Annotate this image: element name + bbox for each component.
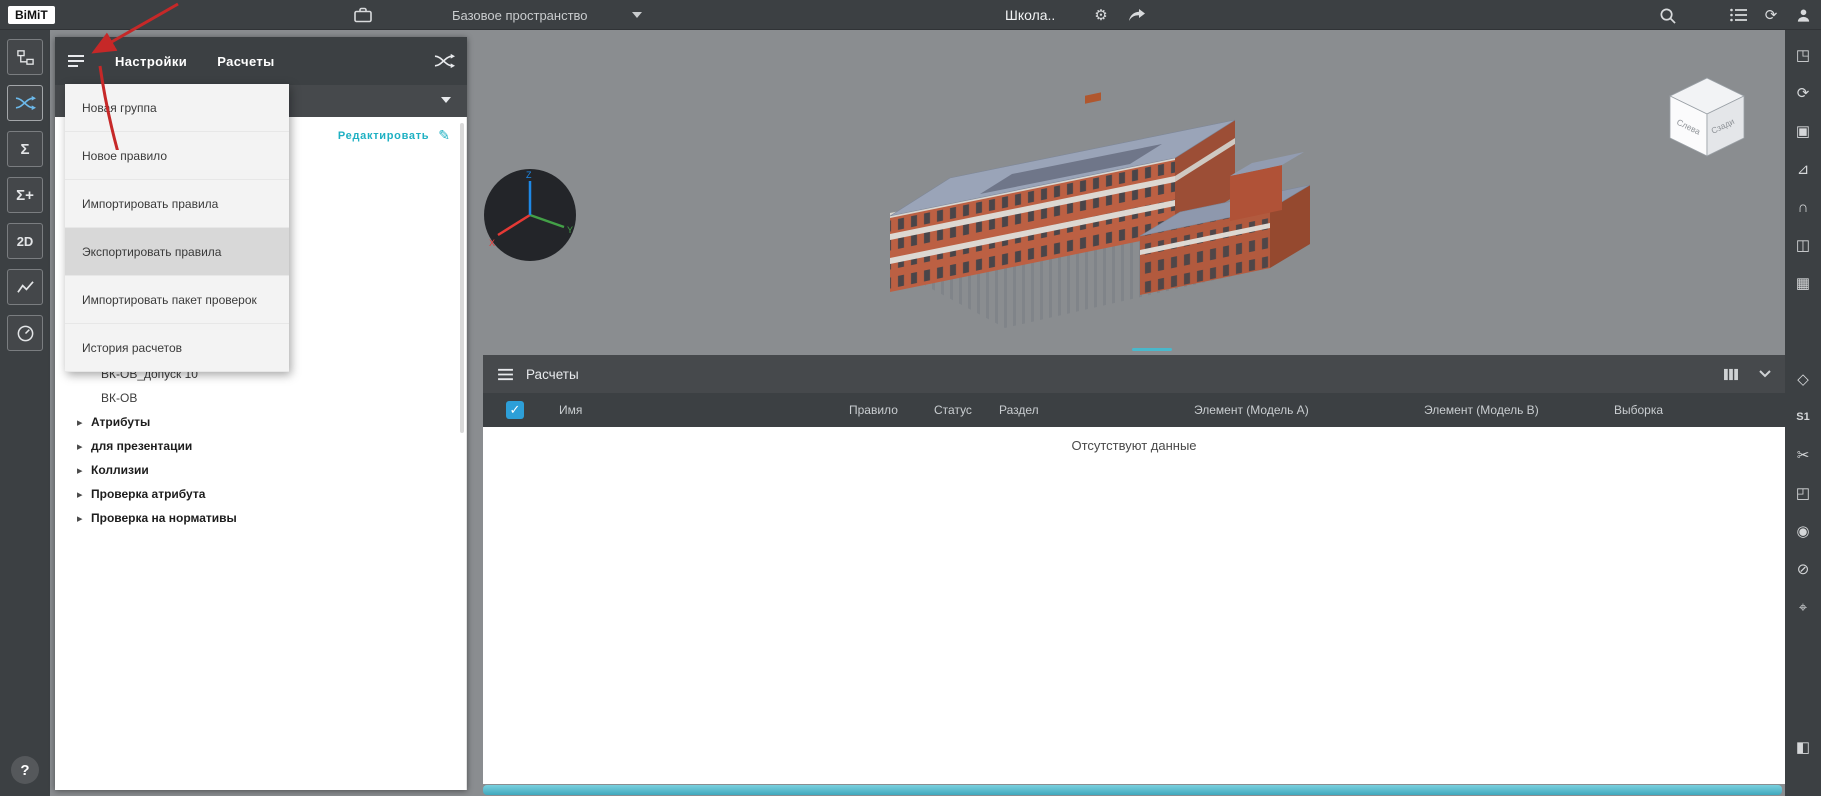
table-empty-state: Отсутствуют данные xyxy=(483,427,1785,784)
calculations-header: Расчеты xyxy=(483,355,1785,393)
clash-rules-icon[interactable] xyxy=(7,85,43,121)
axis-y-label: Y xyxy=(567,225,573,235)
column-element-b[interactable]: Элемент (Модель B) xyxy=(1412,403,1602,417)
view-cube[interactable]: Слева Сзади xyxy=(1662,72,1752,162)
chevron-right-icon: ▸ xyxy=(77,488,83,501)
calculations-menu-icon[interactable] xyxy=(497,368,514,381)
sum-plus-icon[interactable]: Σ+ xyxy=(7,177,43,213)
tree-group[interactable]: ▸ Проверка атрибута xyxy=(55,482,458,506)
edit-link[interactable]: Редактировать xyxy=(338,130,429,142)
rules-dropdown-menu: Новая группа Новое правило Импортировать… xyxy=(65,84,289,372)
share-icon[interactable] xyxy=(1126,0,1148,30)
orbit-icon[interactable]: ⟳ xyxy=(1790,80,1816,106)
group-selector-caret-icon xyxy=(441,97,451,103)
column-selection[interactable]: Выборка xyxy=(1602,403,1785,417)
tree-group[interactable]: ▸ Проверка на нормативы xyxy=(55,506,458,530)
selection-sets-icon[interactable]: S1 xyxy=(1790,404,1816,430)
graphs-icon[interactable] xyxy=(7,269,43,305)
menu-item-calc-history[interactable]: История расчетов xyxy=(65,324,289,372)
sync-icon[interactable]: ⟳ xyxy=(1760,0,1782,30)
clash-icon[interactable] xyxy=(434,53,455,69)
gear-icon[interactable]: ⚙ xyxy=(1090,0,1112,30)
columns-icon[interactable] xyxy=(1723,368,1739,381)
hide-elements-icon[interactable]: ⊘ xyxy=(1790,556,1816,582)
rules-panel-header: Настройки Расчеты xyxy=(55,37,467,85)
menu-item-export-rules[interactable]: Экспортировать правила xyxy=(65,228,289,276)
tree-item[interactable]: ВК-ОВ xyxy=(55,386,458,410)
horizontal-scrollbar[interactable] xyxy=(483,785,1782,795)
building-model[interactable] xyxy=(830,58,1390,368)
tab-settings[interactable]: Настройки xyxy=(115,54,187,69)
rules-menu-button[interactable] xyxy=(67,54,85,68)
polygon-select-icon[interactable]: ◇ xyxy=(1790,366,1816,392)
fit-view-icon[interactable]: ◳ xyxy=(1790,42,1816,68)
show-elements-icon[interactable]: ◉ xyxy=(1790,518,1816,544)
workspace-caret-icon[interactable] xyxy=(632,0,642,30)
gauge-icon[interactable] xyxy=(7,315,43,351)
tree-group[interactable]: ▸ для презентации xyxy=(55,434,458,458)
menu-item-import-check-package[interactable]: Импортировать пакет проверок xyxy=(65,276,289,324)
axis-z-label: Z xyxy=(526,170,532,180)
project-name: Школа.. xyxy=(1005,7,1056,23)
focus-element-icon[interactable]: ⌖ xyxy=(1790,594,1816,620)
help-button[interactable]: ? xyxy=(11,756,39,784)
axis-x-label: X xyxy=(489,238,495,248)
calculations-panel: Расчеты ✓ Имя Правило Статус Раздел Элем… xyxy=(483,355,1785,784)
sum-icon[interactable]: Σ xyxy=(7,131,43,167)
column-section[interactable]: Раздел xyxy=(987,403,1182,417)
collapse-panel-icon[interactable] xyxy=(1759,370,1771,378)
table-header: ✓ Имя Правило Статус Раздел Элемент (Мод… xyxy=(483,393,1785,427)
column-status[interactable]: Статус xyxy=(922,403,987,417)
column-name[interactable]: Имя xyxy=(547,403,837,417)
column-element-a[interactable]: Элемент (Модель A) xyxy=(1182,403,1412,417)
rules-tree: ВК-ОВ_допуск 10 ВК-ОВ ▸ Атрибуты ▸ для пре… xyxy=(55,362,458,530)
section-icon[interactable]: ◫ xyxy=(1790,232,1816,258)
list-icon[interactable] xyxy=(1728,0,1750,30)
measure-icon[interactable]: ⊿ xyxy=(1790,156,1816,182)
materials-icon[interactable]: ◧ xyxy=(1790,734,1816,760)
menu-item-new-group[interactable]: Новая группа xyxy=(65,84,289,132)
right-toolbar: ◳ ⟳ ▣ ⊿ ∩ ◫ ▦ ◇ S1 ✂ ◰ ◉ ⊘ ⌖ ◧ xyxy=(1785,30,1821,796)
vertical-scrollbar[interactable] xyxy=(460,123,464,433)
briefcase-icon[interactable] xyxy=(352,0,374,30)
chevron-right-icon: ▸ xyxy=(77,464,83,477)
user-icon[interactable] xyxy=(1792,0,1814,30)
tree-group[interactable]: ▸ Коллизии xyxy=(55,458,458,482)
model-tree-icon[interactable] xyxy=(7,39,43,75)
tree-group[interactable]: ▸ Атрибуты xyxy=(55,410,458,434)
select-region-icon[interactable]: ▣ xyxy=(1790,118,1816,144)
magnet-snap-icon[interactable]: ∩ xyxy=(1790,194,1816,220)
clip-box-icon[interactable]: ◰ xyxy=(1790,480,1816,506)
tab-calculations[interactable]: Расчеты xyxy=(217,54,275,69)
chevron-right-icon: ▸ xyxy=(77,512,83,525)
pencil-icon[interactable]: ✎ xyxy=(438,127,450,144)
chevron-right-icon: ▸ xyxy=(77,440,83,453)
topbar: BiMiT Базовое пространство Школа.. ⚙ ⟳ xyxy=(0,0,1821,30)
axis-gizmo[interactable]: X Y Z xyxy=(482,167,578,263)
grid-icon[interactable]: ▦ xyxy=(1790,270,1816,296)
chevron-right-icon: ▸ xyxy=(77,416,83,429)
calculations-title: Расчеты xyxy=(526,366,579,382)
left-toolbar: Σ Σ+ 2D xyxy=(0,30,50,796)
menu-item-import-rules[interactable]: Импортировать правила xyxy=(65,180,289,228)
column-rule[interactable]: Правило xyxy=(837,403,922,417)
view-2d-icon[interactable]: 2D xyxy=(7,223,43,259)
menu-item-new-rule[interactable]: Новое правило xyxy=(65,132,289,180)
search-icon[interactable] xyxy=(1656,0,1678,30)
app-logo: BiMiT xyxy=(8,6,55,24)
select-all-checkbox[interactable]: ✓ xyxy=(506,401,524,419)
panel-resize-handle[interactable] xyxy=(1132,348,1172,351)
clip-plane-icon[interactable]: ✂ xyxy=(1790,442,1816,468)
workspace-selector[interactable]: Базовое пространство xyxy=(452,0,588,30)
